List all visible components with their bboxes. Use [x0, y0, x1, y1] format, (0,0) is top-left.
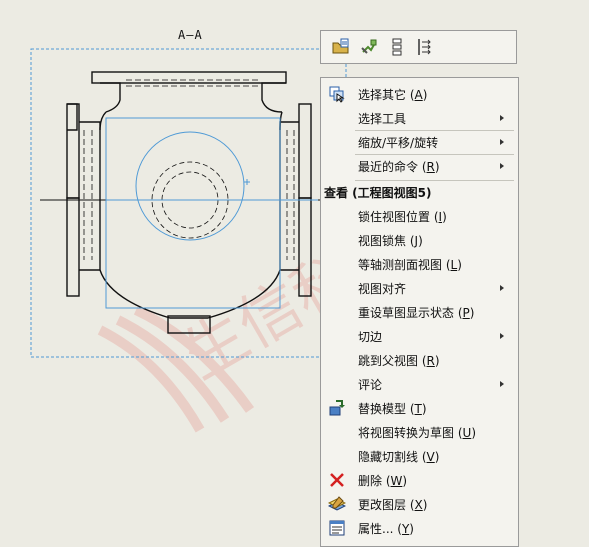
menu-item-label: 替换模型 (T)	[358, 401, 427, 416]
menu-item-l[interactable]: 等轴测剖面视图 (L)	[321, 252, 518, 276]
replace-model-icon	[328, 399, 346, 417]
context-toolbar	[320, 30, 517, 64]
submenu-arrow-icon	[500, 333, 504, 339]
menu-item-label: 视图对齐	[358, 281, 407, 296]
select-other-icon	[328, 85, 346, 103]
menu-item-top_items-1[interactable]: 选择工具	[321, 106, 518, 130]
stack-icon	[392, 38, 402, 56]
menu-item-label: 选择工具	[358, 111, 407, 126]
section-label: A—A	[178, 28, 203, 42]
menu-item-r[interactable]: 跳到父视图 (R)	[321, 348, 518, 372]
align-button[interactable]	[414, 36, 436, 58]
menu-item-j[interactable]: 视图锁焦 (J)	[321, 228, 518, 252]
menu-item-view_items-7[interactable]: 评论	[321, 372, 518, 396]
submenu-arrow-icon	[500, 285, 504, 291]
menu-header: 查看 (工程图视图5)	[324, 186, 432, 200]
submenu-arrow-icon	[500, 163, 504, 169]
menu-item-label: 缩放/平移/旋转	[358, 135, 439, 150]
delete-x-icon	[328, 471, 346, 489]
move-view-button[interactable]	[358, 36, 380, 58]
menu-item-w[interactable]: 删除 (W)	[321, 468, 518, 492]
menu-item-label: 隐藏切割线 (V)	[358, 449, 440, 464]
menu-item-label: 最近的命令 (R)	[358, 159, 440, 174]
menu-item-p[interactable]: 重设草图显示状态 (P)	[321, 300, 518, 324]
menu-item-label: 选择其它 (A)	[358, 87, 428, 102]
menu-item-t[interactable]: 替换模型 (T)	[321, 396, 518, 420]
menu-item-a[interactable]: 选择其它 (A)	[321, 82, 518, 106]
menu-item-y[interactable]: 属性... (Y)	[321, 516, 518, 540]
menu-item-v[interactable]: 隐藏切割线 (V)	[321, 444, 518, 468]
menu-item-label: 评论	[358, 377, 383, 392]
menu-item-label: 跳到父视图 (R)	[358, 353, 440, 368]
menu-item-u[interactable]: 将视图转换为草图 (U)	[321, 420, 518, 444]
menu-item-r[interactable]: 最近的命令 (R)	[321, 154, 518, 178]
menu-item-label: 重设草图显示状态 (P)	[358, 305, 475, 320]
properties-icon	[328, 519, 346, 537]
menu-item-view_items-5[interactable]: 切边	[321, 324, 518, 348]
layout-button[interactable]	[386, 36, 408, 58]
align-arrows-icon	[418, 39, 431, 55]
menu-item-x[interactable]: 更改图层 (X)	[321, 492, 518, 516]
submenu-arrow-icon	[500, 139, 504, 145]
menu-item-label: 更改图层 (X)	[358, 497, 428, 512]
menu-separator	[355, 180, 514, 181]
open-drawing-button[interactable]	[330, 36, 352, 58]
context-menu: 查看 (工程图视图5) 选择其它 (A) 选择工具缩放/平移/旋转 最近的命令 (R…	[320, 77, 519, 547]
change-layer-icon	[327, 495, 347, 513]
menu-item-label: 切边	[358, 329, 383, 344]
menu-item-label: 将视图转换为草图 (U)	[358, 425, 476, 440]
menu-item-label: 等轴测剖面视图 (L)	[358, 257, 462, 272]
folder-open-icon	[332, 38, 349, 54]
menu-item-label: 视图锁焦 (J)	[358, 233, 423, 248]
move-hand-icon	[361, 39, 377, 54]
submenu-arrow-icon	[500, 115, 504, 121]
menu-item-label: 删除 (W)	[358, 473, 408, 488]
menu-item-top_items-2[interactable]: 缩放/平移/旋转	[321, 130, 518, 154]
menu-item-i[interactable]: 锁住视图位置 (I)	[321, 204, 518, 228]
menu-item-label: 属性... (Y)	[358, 521, 414, 536]
menu-item-view_items-3[interactable]: 视图对齐	[321, 276, 518, 300]
menu-item-label: 锁住视图位置 (I)	[358, 209, 447, 224]
submenu-arrow-icon	[500, 381, 504, 387]
